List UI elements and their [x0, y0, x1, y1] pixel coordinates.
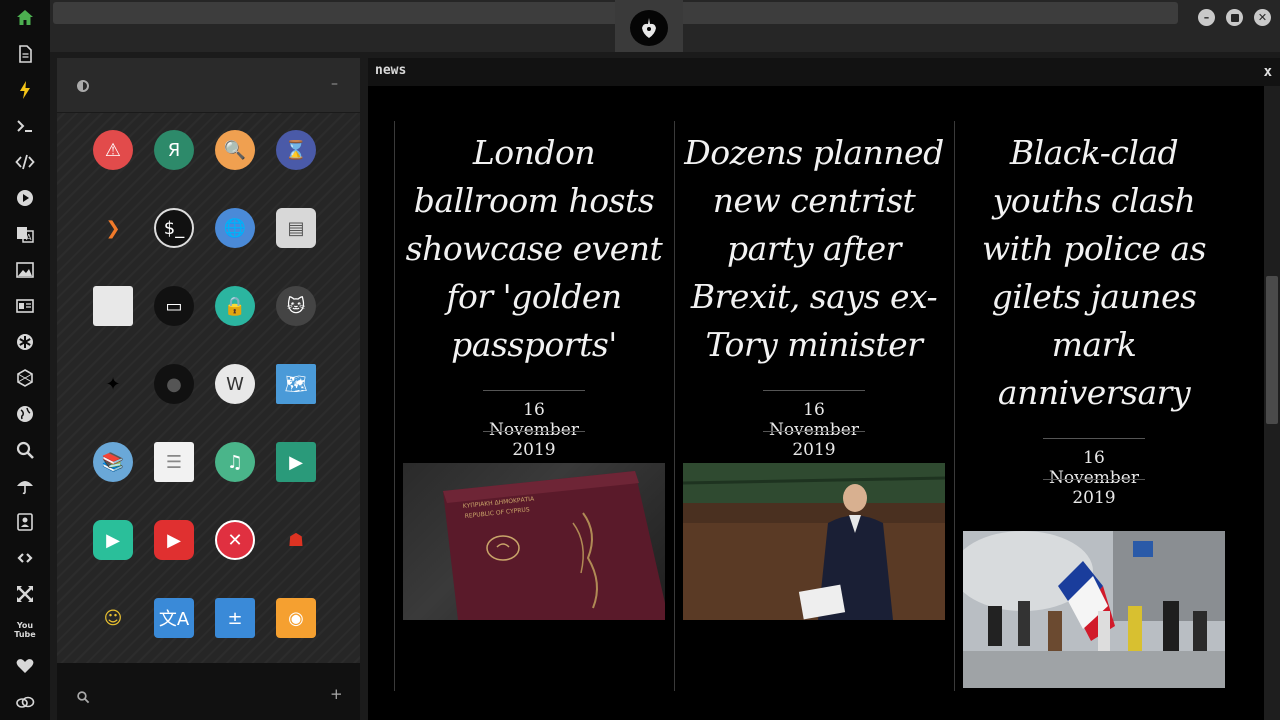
passport-photo[interactable]: ΚΥΠΡΙΑΚΗ ΔΗΜΟΚΡΑΤΙΑ REPUBLIC OF CYPRUS [403, 463, 665, 620]
calculator-app-icon[interactable]: ± [215, 598, 255, 638]
news-content: London ballroom hosts showcase event for… [368, 86, 1264, 720]
contact-icon[interactable] [12, 509, 38, 535]
search-icon[interactable] [12, 437, 38, 463]
home-icon[interactable] [12, 5, 38, 31]
document-icon[interactable] [12, 41, 38, 67]
article-headline[interactable]: Dozens planned new centrist party after … [683, 129, 945, 369]
books-app-icon[interactable]: 📚 [93, 442, 133, 482]
chat-app-icon[interactable]: ▭ [154, 286, 194, 326]
minimize-window-icon[interactable]: – [1198, 9, 1215, 26]
link-icon[interactable] [12, 545, 38, 571]
divider [763, 431, 865, 432]
camera-app-icon[interactable]: ◉ [276, 598, 316, 638]
parliament-photo[interactable] [683, 463, 945, 620]
youtube-icon[interactable]: You Tube [12, 617, 38, 643]
map-app-icon[interactable]: 🗺 [276, 364, 316, 404]
iron-man-app-icon[interactable]: ☗ [276, 520, 316, 560]
divider [1043, 479, 1145, 480]
news-icon[interactable] [12, 293, 38, 319]
contrast-icon[interactable] [77, 80, 89, 92]
yandex-app-icon[interactable]: Я [154, 130, 194, 170]
hourglass-app-icon[interactable]: ⌛ [276, 130, 316, 170]
drive-app-icon[interactable]: ▤ [276, 208, 316, 248]
article-date: 16 November 2019 [769, 400, 859, 460]
video-app-icon[interactable]: ▶ [276, 442, 316, 482]
news-article-1[interactable]: London ballroom hosts showcase event for… [394, 121, 674, 691]
divider [763, 390, 865, 391]
wikipedia-app-icon[interactable]: W [215, 364, 255, 404]
window-app-icon[interactable] [93, 286, 133, 326]
hexagon-icon[interactable] [12, 365, 38, 391]
notes-app-icon[interactable]: ☰ [154, 442, 194, 482]
add-icon[interactable]: + [330, 685, 343, 703]
protest-photo[interactable] [963, 531, 1225, 688]
globe-icon[interactable] [12, 401, 38, 427]
news-scrollbar[interactable] [1264, 86, 1280, 720]
left-dock: A You Tube [0, 0, 50, 720]
news-scrollbar-thumb[interactable] [1266, 276, 1278, 424]
minimize-icon[interactable]: – [331, 76, 338, 92]
article-headline[interactable]: London ballroom hosts showcase event for… [403, 129, 665, 369]
article-headline[interactable]: Black-clad youths clash with police as g… [963, 129, 1225, 417]
article-date: 16 November 2019 [1049, 448, 1139, 508]
starfleet-app-icon[interactable]: ✦ [93, 364, 133, 404]
apps-panel: – ⚠ Я 🔍 ⌛ ❯ $_ 🌐 ▤ ▭ 🔒 🐱 ✦ ● W 🗺 📚 ☰ ♫ ▶ ▶ ▶ ✕ ☗ ☺ 文A ± ◉ + [57, 58, 360, 720]
svg-text:A: A [26, 233, 32, 242]
news-article-3[interactable]: Black-clad youths clash with police as g… [954, 121, 1234, 691]
news-panel-title: news [375, 63, 407, 78]
cloud-icon[interactable] [12, 689, 38, 715]
star-of-life-icon[interactable] [12, 329, 38, 355]
umbrella-icon[interactable] [12, 473, 38, 499]
news-article-2[interactable]: Dozens planned new centrist party after … [674, 121, 954, 691]
close-window-icon[interactable]: ✕ [1254, 9, 1271, 26]
death-star-app-icon[interactable]: ● [154, 364, 194, 404]
heart-icon[interactable] [12, 653, 38, 679]
code-icon[interactable] [12, 149, 38, 175]
divider [483, 390, 585, 391]
c3po-app-icon[interactable]: ☺ [93, 598, 133, 638]
news-panel: news x London ballroom hosts showcase ev… [368, 58, 1280, 720]
play-icon[interactable] [12, 185, 38, 211]
music-app-icon[interactable]: ♫ [215, 442, 255, 482]
image-icon[interactable] [12, 257, 38, 283]
translate-app-icon[interactable]: 文A [154, 598, 194, 638]
rebel-alliance-logo[interactable] [615, 0, 683, 52]
arrow-app-icon[interactable]: ❯ [93, 208, 133, 248]
terminal-icon[interactable] [12, 113, 38, 139]
close-app-icon[interactable]: ✕ [215, 520, 255, 560]
magnifier-app-icon[interactable]: 🔍 [215, 130, 255, 170]
bolt-icon[interactable] [12, 77, 38, 103]
terminal-app-icon[interactable]: $_ [154, 208, 194, 248]
divider [1043, 438, 1145, 439]
article-date: 16 November 2019 [489, 400, 579, 460]
maximize-window-icon[interactable] [1226, 9, 1243, 26]
github-app-icon[interactable]: 🐱 [276, 286, 316, 326]
media-player-app-icon[interactable]: ▶ [93, 520, 133, 560]
warning-app-icon[interactable]: ⚠ [93, 130, 133, 170]
divider [483, 431, 585, 432]
translate-icon[interactable]: A [12, 221, 38, 247]
search-icon[interactable] [76, 689, 90, 708]
top-bar: – ✕ [50, 0, 1280, 52]
video-recorder-app-icon[interactable]: ▶ [154, 520, 194, 560]
apps-footer: + [57, 663, 360, 720]
cloud-lock-app-icon[interactable]: 🔒 [215, 286, 255, 326]
globe-app-icon[interactable]: 🌐 [215, 208, 255, 248]
apps-header: – [57, 58, 360, 113]
news-close-button[interactable]: x [1264, 64, 1272, 80]
rebel-alliance-icon [630, 10, 668, 46]
arrows-icon[interactable] [12, 581, 38, 607]
